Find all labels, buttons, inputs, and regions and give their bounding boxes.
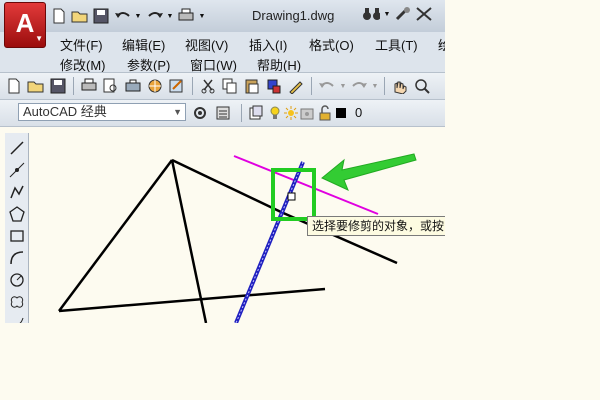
plot-preview-icon[interactable] [101,76,121,96]
arc-icon[interactable] [7,248,27,268]
exchange-icon[interactable] [415,5,433,23]
app-menu-dropdown-icon: ▼ [35,34,43,43]
toolbar-separator [192,77,193,95]
current-layer-name[interactable]: 0 [355,105,362,120]
match-properties-icon[interactable] [264,76,284,96]
polygon-icon[interactable] [7,204,27,224]
toolbar-separator [241,104,242,122]
menu-bar: 文件(F) 编辑(E) 视图(V) 插入(I) 格式(O) 工具(T) 绘 修改… [0,32,445,73]
pan-icon[interactable] [390,76,410,96]
revision-cloud-icon[interactable] [7,292,27,312]
3d-dwf-icon[interactable] [145,76,165,96]
plot-icon[interactable] [177,7,195,25]
copy-icon[interactable] [220,76,240,96]
infocenter: ▼ [362,5,433,23]
menu-view[interactable]: 视图(V) [185,35,228,54]
pickbox-cursor [287,192,296,201]
workspace-select-value: AutoCAD 经典 [23,104,107,119]
draw-toolbar [5,133,29,323]
qnew-icon[interactable] [4,76,24,96]
toolbar-separator [384,77,385,95]
open-icon[interactable] [71,7,89,25]
title-bar: ▼ ▼ ▼ Drawing1.dwg ▼ [0,0,445,33]
green-arrow [321,153,417,191]
undo-toolbar-icon[interactable] [317,76,337,96]
layer-state-icon[interactable] [246,103,266,123]
triangle-base-line [58,287,326,313]
rectangle-icon[interactable] [7,226,27,246]
layer-color-swatch[interactable] [334,103,348,123]
layer-thaw-sun-icon[interactable] [284,103,298,123]
menu-format[interactable]: 格式(O) [309,35,354,54]
toolbar-separator [311,77,312,95]
spline-icon[interactable] [7,314,27,323]
layer-on-bulb-icon[interactable] [268,103,282,123]
application-menu-button[interactable]: A ▼ [4,2,46,48]
layer-properties-icon[interactable] [213,103,233,123]
menu-file[interactable]: 文件(F) [60,35,103,54]
quick-access-toolbar: ▼ ▼ ▼ [50,6,206,26]
chevron-down-icon: ▼ [173,107,182,117]
workspace-settings-icon[interactable] [190,103,210,123]
block-editor-icon[interactable] [286,76,306,96]
print-icon[interactable] [79,76,99,96]
undo-icon[interactable] [113,7,131,25]
polyline-icon[interactable] [7,182,27,202]
redo-icon[interactable] [145,7,163,25]
redo-dropdown-icon[interactable]: ▼ [166,7,174,25]
autocad-logo: A [15,8,35,38]
sheet-set-icon[interactable] [167,76,187,96]
menu-insert[interactable]: 插入(I) [249,35,287,54]
standard-toolbar: ▼ ▼ [0,72,445,100]
binoculars-icon[interactable] [362,5,380,23]
zoom-icon[interactable] [412,76,432,96]
menu-tools[interactable]: 工具(T) [375,35,418,54]
undo-dropdown-icon[interactable]: ▼ [134,7,142,25]
autocad-window: ▼ ▼ ▼ Drawing1.dwg ▼ A ▼ 文件(F) 编辑(E) 视图(… [0,0,445,323]
triangle-edge-left [57,159,174,312]
search-dropdown-icon[interactable]: ▼ [383,5,391,23]
redo-toolbar-icon[interactable] [349,76,369,96]
redo-toolbar-dropdown-icon[interactable]: ▼ [371,76,379,96]
cut-icon[interactable] [198,76,218,96]
toolbar-separator [73,77,74,95]
workspace-select[interactable]: AutoCAD 经典 ▼ [18,103,186,121]
paste-icon[interactable] [242,76,262,96]
layer-viewport-icon[interactable] [300,103,314,123]
line-icon[interactable] [7,138,27,158]
save-icon[interactable] [92,7,110,25]
command-tooltip: 选择要修剪的对象，或按 [307,216,445,236]
workspace-toolbar: AutoCAD 经典 ▼ 0 [0,100,445,127]
magenta-line [233,155,379,215]
qat-dropdown-icon[interactable]: ▼ [198,7,206,25]
satellite-icon[interactable] [394,5,412,23]
layer-unlock-icon[interactable] [318,103,332,123]
menu-edit[interactable]: 编辑(E) [122,35,165,54]
publish-icon[interactable] [123,76,143,96]
document-title: Drawing1.dwg [252,8,335,23]
menu-draw[interactable]: 绘 [438,35,445,54]
construction-line-icon[interactable] [7,160,27,180]
new-icon[interactable] [50,7,68,25]
open-file-icon[interactable] [26,76,46,96]
save-file-icon[interactable] [48,76,68,96]
undo-toolbar-dropdown-icon[interactable]: ▼ [339,76,347,96]
circle-icon[interactable] [7,270,27,290]
